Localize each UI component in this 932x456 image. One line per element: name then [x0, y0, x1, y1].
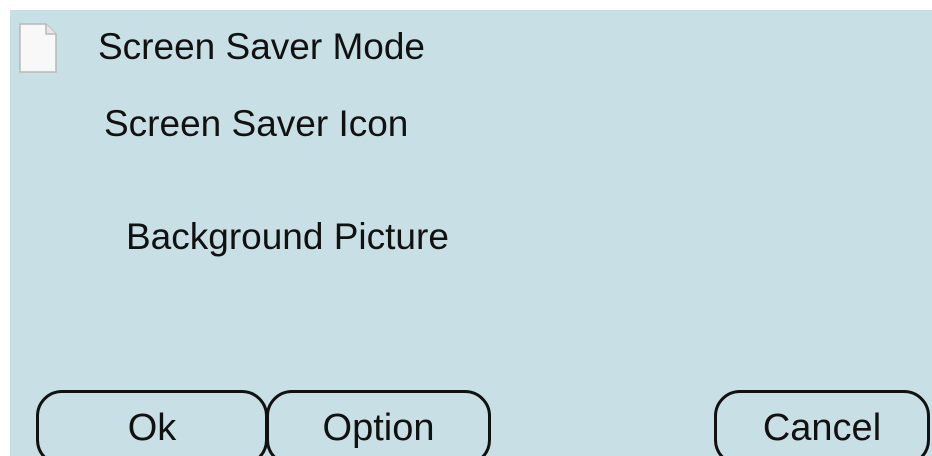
option-button-label: Option: [322, 407, 435, 449]
screen-saver-icon-label[interactable]: Screen Saver Icon: [104, 105, 408, 142]
ok-button[interactable]: Ok: [36, 390, 268, 456]
ok-button-label: Ok: [127, 407, 177, 449]
option-button[interactable]: Option: [266, 390, 491, 456]
background-picture-label[interactable]: Background Picture: [126, 218, 449, 255]
cancel-button-label: Cancel: [762, 407, 882, 449]
screen-saver-settings-screen: Screen Saver Mode Screen Saver Icon Back…: [10, 10, 932, 456]
screen-saver-mode-label[interactable]: Screen Saver Mode: [98, 28, 425, 65]
document-icon: [19, 23, 57, 73]
cancel-button[interactable]: Cancel: [714, 390, 930, 456]
